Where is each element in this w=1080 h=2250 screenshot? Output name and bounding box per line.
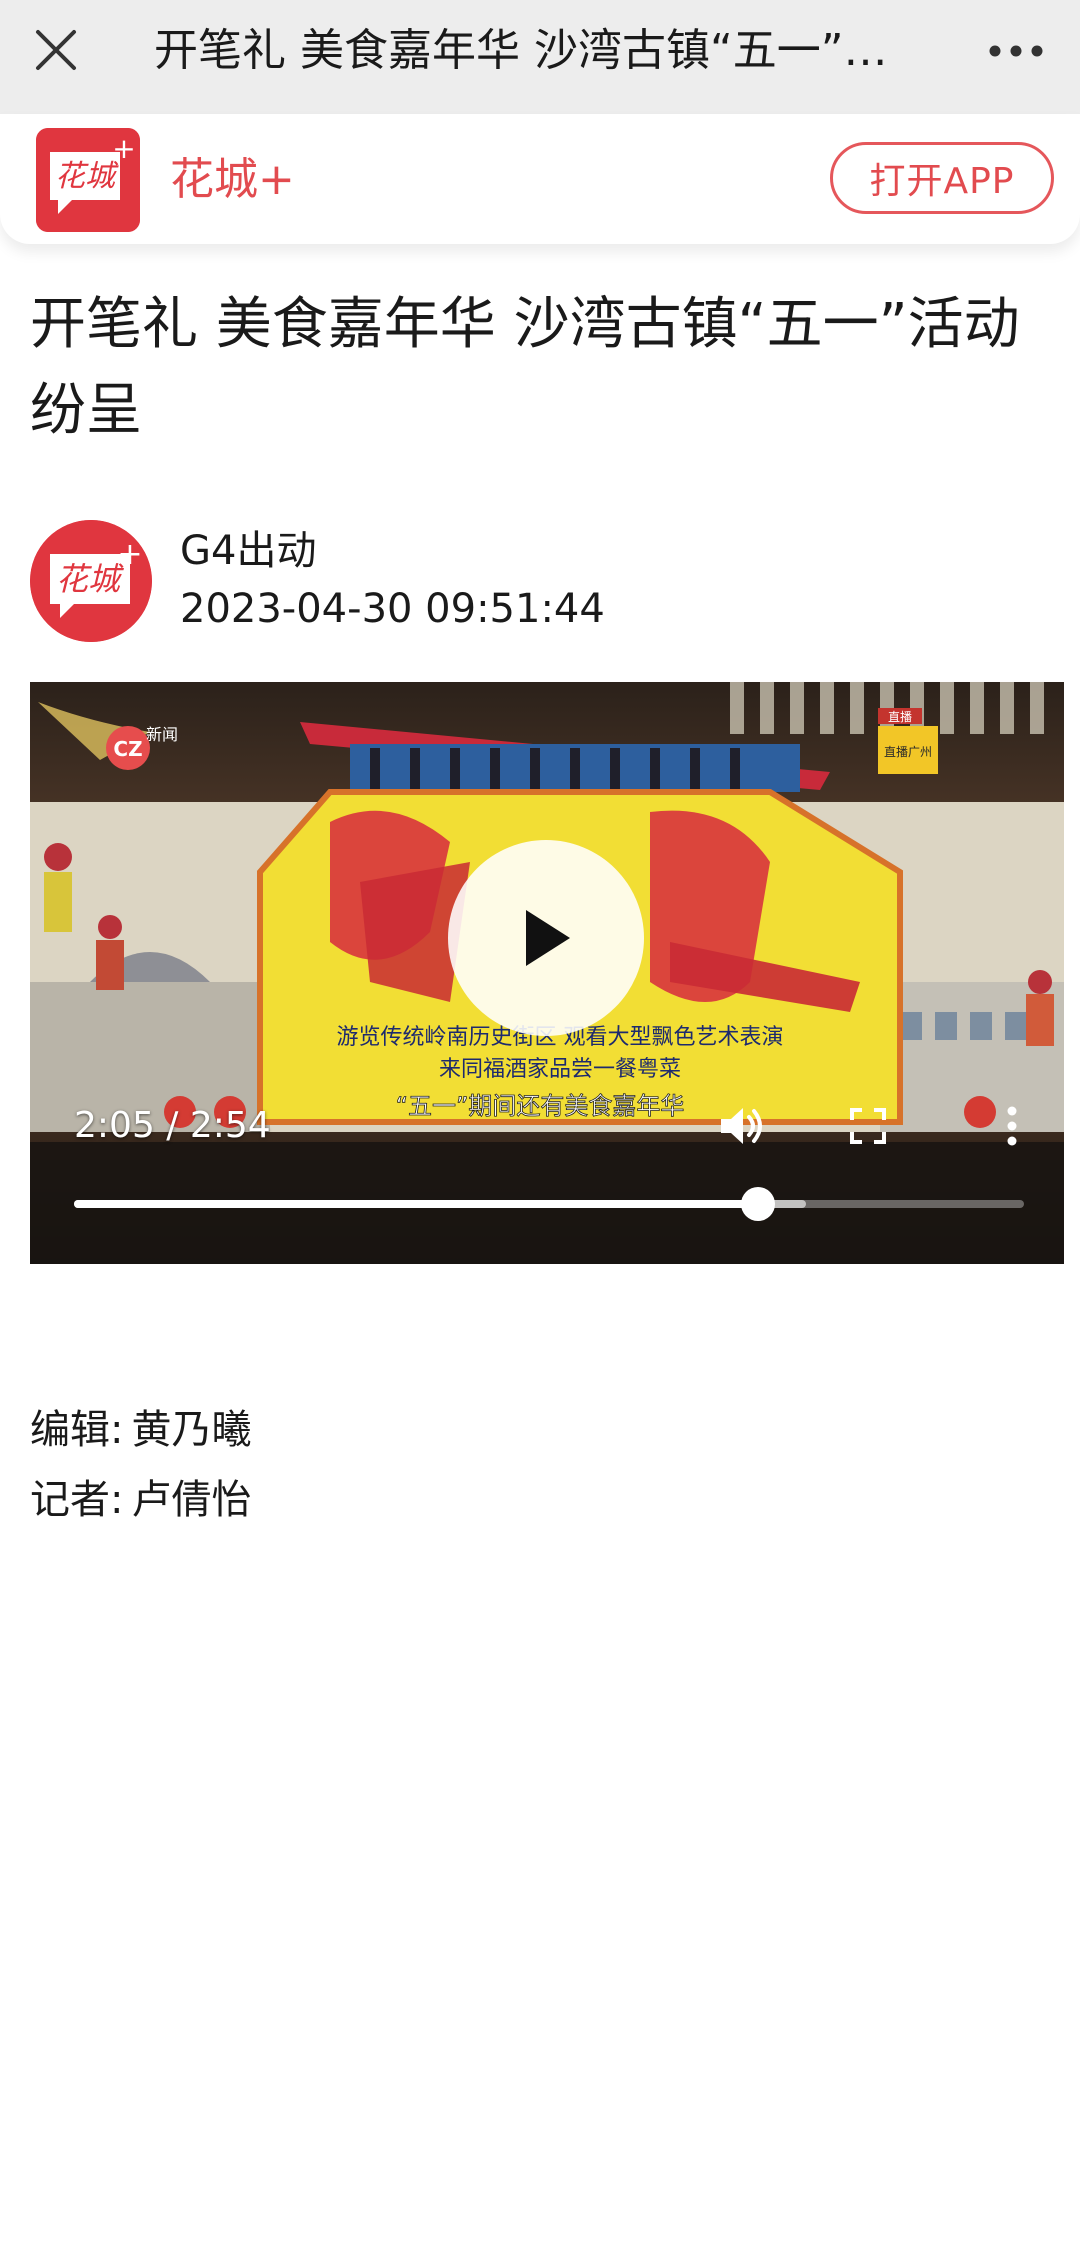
publish-time: 2023-04-30 09:51:44 <box>180 586 605 632</box>
video-player[interactable]: 游览传统岭南历史街区 观看大型飘色艺术表演 来同福酒家品尝一餐粤菜 “五一”期间… <box>30 682 1064 1264</box>
svg-text:CZ: CZ <box>113 737 142 761</box>
frame-text-line2: 来同福酒家品尝一餐粤菜 <box>439 1057 681 1082</box>
video-time-display: 2:05 / 2:54 <box>74 1105 271 1146</box>
play-button[interactable] <box>448 840 644 1036</box>
more-vertical-icon <box>1007 1106 1017 1146</box>
reporter-credit: 记者: 卢倩怡 <box>30 1474 251 1526</box>
close-button[interactable] <box>26 20 86 80</box>
svg-text:+: + <box>112 132 135 165</box>
video-progress-bar[interactable] <box>74 1187 1024 1221</box>
app-logo[interactable]: 花城 + <box>36 128 140 232</box>
video-progress-handle[interactable] <box>741 1187 775 1221</box>
top-bar: 开笔礼 美食嘉年华 沙湾古镇“五一”… <box>0 0 1080 114</box>
author-avatar[interactable]: 花城 + <box>30 520 152 642</box>
close-icon <box>36 30 76 70</box>
frame-live-badge-top: 直播 <box>888 710 912 724</box>
article-title: 开笔礼 美食嘉年华 沙湾古镇“五一”活动纷呈 <box>30 292 1020 443</box>
play-icon <box>526 910 570 966</box>
editor-label: 编辑: <box>30 1407 124 1453</box>
app-logo-icon: 花城 + <box>36 128 140 232</box>
fullscreen-button[interactable] <box>842 1100 894 1152</box>
author-name[interactable]: G4出动 <box>180 526 316 576</box>
svg-text:花城: 花城 <box>55 159 119 194</box>
page-title: 开笔礼 美食嘉年华 沙湾古镇“五一”… <box>154 25 888 76</box>
frame-text-line3: “五一”期间还有美食嘉年华 <box>396 1092 685 1120</box>
more-horizontal-icon <box>989 45 1043 57</box>
more-button[interactable] <box>980 26 1052 76</box>
editor-name: 黄乃曦 <box>131 1407 252 1453</box>
reporter-name: 卢倩怡 <box>131 1477 252 1523</box>
open-app-button[interactable]: 打开APP <box>830 142 1054 214</box>
video-progress-fill <box>74 1200 758 1208</box>
editor-credit: 编辑: 黄乃曦 <box>30 1404 251 1456</box>
video-more-button[interactable] <box>992 1098 1032 1154</box>
volume-button[interactable] <box>712 1098 768 1154</box>
svg-text:+: + <box>117 537 142 572</box>
app-banner: 花城 + 花城+ 打开APP <box>0 114 1080 244</box>
svg-text:花城: 花城 <box>56 560 124 598</box>
fullscreen-icon <box>850 1108 886 1144</box>
author-avatar-icon: 花城 + <box>30 520 152 642</box>
page: 开笔礼 美食嘉年华 沙湾古镇“五一”… 花城 + 花城+ 打开APP 开笔礼 美… <box>0 0 1080 2250</box>
frame-channel-logo: 新闻 <box>146 725 178 744</box>
volume-icon <box>721 1108 762 1144</box>
app-name: 花城+ <box>170 154 295 205</box>
reporter-label: 记者: <box>30 1477 124 1523</box>
frame-live-badge-main: 直播广州 <box>884 745 932 759</box>
